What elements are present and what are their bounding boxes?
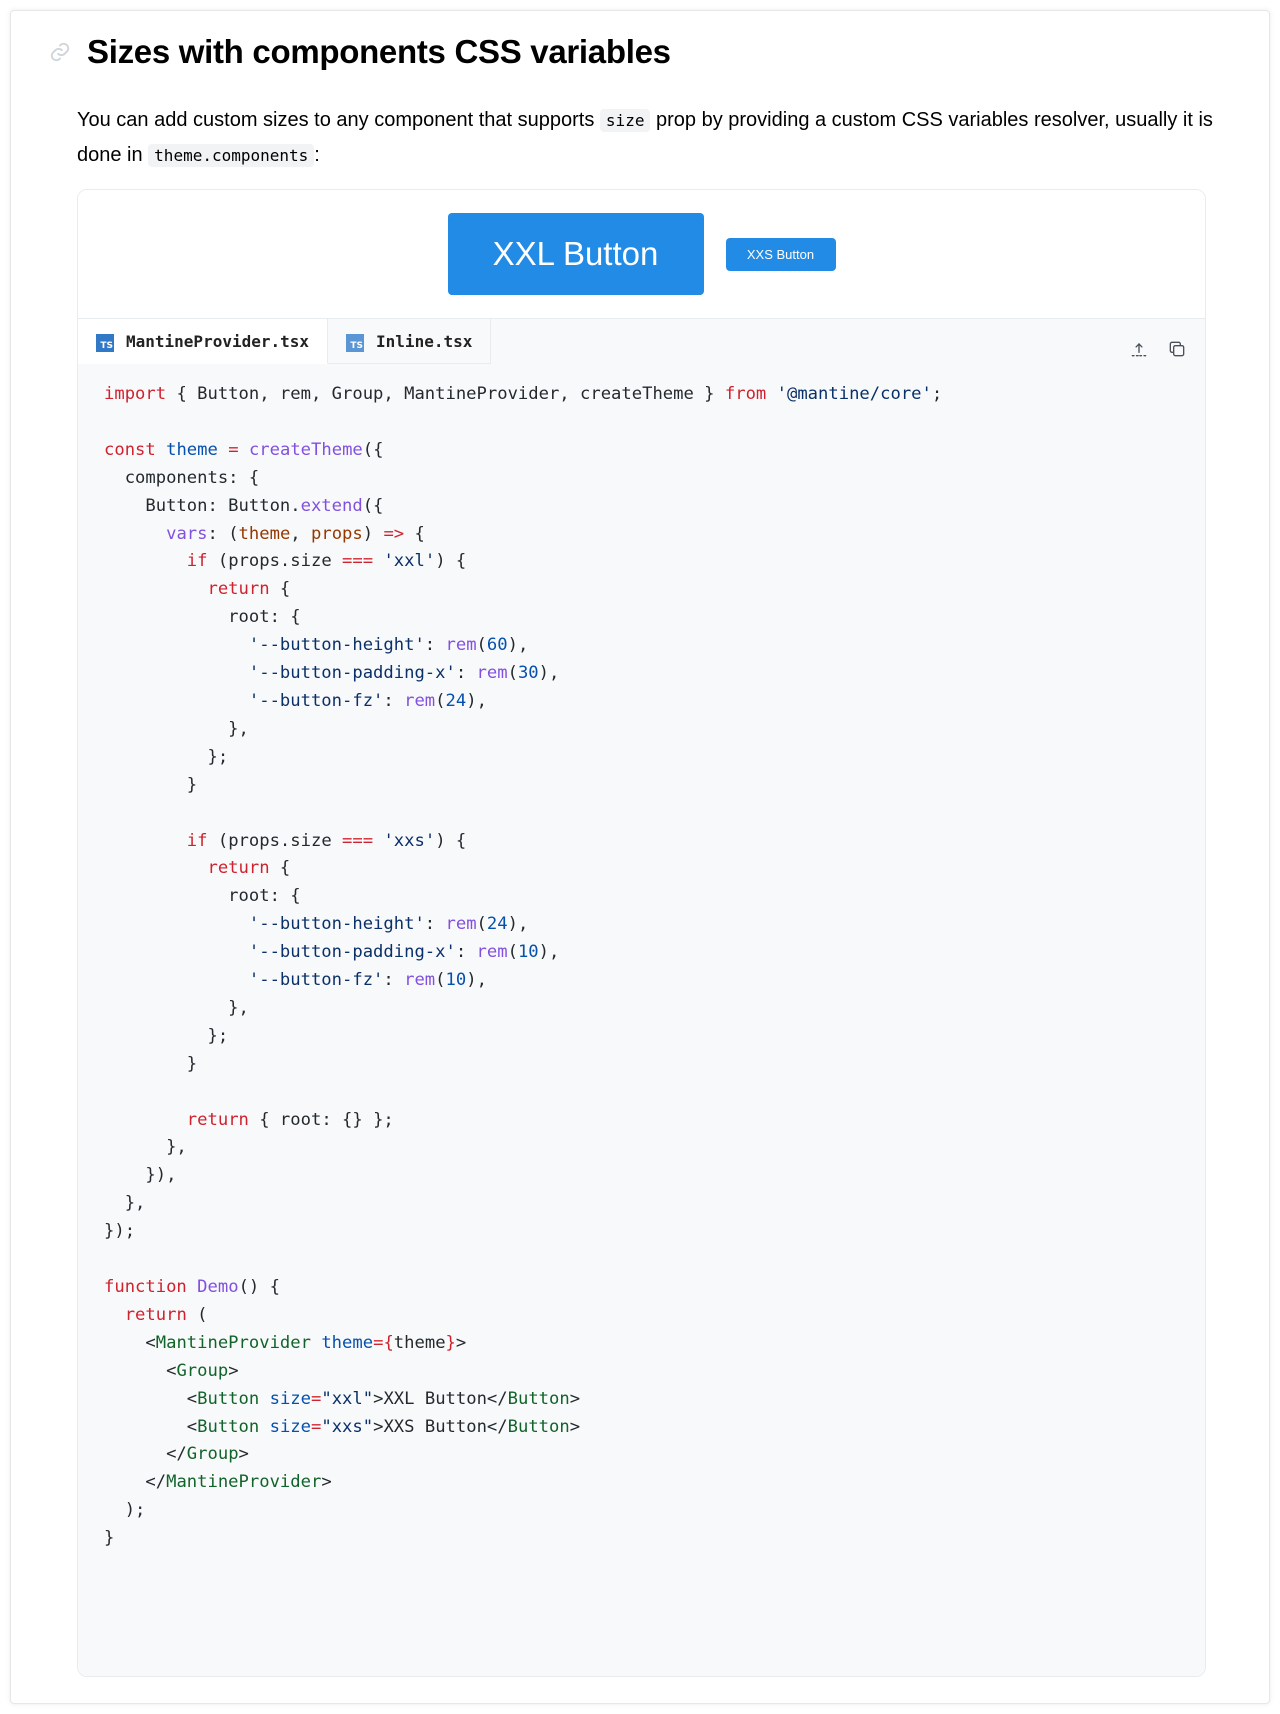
ts-icon: TS: [96, 334, 114, 352]
code-line: '--button-fz': rem(10),: [248, 970, 487, 991]
code-line: };: [104, 1025, 229, 1046]
code-line: });: [104, 1221, 136, 1242]
code-line: vars: (theme, props) => {: [166, 523, 425, 544]
file-tabs: TS MantineProvider.tsx TS Inline.tsx: [78, 319, 1205, 364]
code-line: };: [104, 746, 229, 767]
code-line: return { root: {} };: [186, 1109, 394, 1130]
code-line: <Button size="xxl">XXL Button</Button>: [104, 1388, 581, 1409]
copy-icon[interactable]: [1165, 337, 1189, 361]
code-line: },: [104, 718, 249, 739]
code-line: return {: [207, 579, 291, 600]
code-line: );: [104, 1500, 146, 1521]
code-line: }: [104, 1528, 115, 1549]
tab-label: MantineProvider.tsx: [126, 331, 310, 351]
inline-code-size: size: [599, 109, 651, 132]
demo-card: XXL Button XXS Button TS MantineProvider…: [77, 189, 1206, 1677]
expand-icon[interactable]: [1127, 337, 1151, 361]
code-line: </Group>: [104, 1444, 249, 1465]
section-title: Sizes with components CSS variables: [87, 33, 671, 70]
section-heading: Sizes with components CSS variables: [47, 33, 671, 71]
tab-label: Inline.tsx: [376, 331, 473, 351]
code-line: }),: [104, 1165, 177, 1186]
docs-section: Sizes with components CSS variables You …: [10, 10, 1270, 1704]
code-line: },: [104, 1137, 187, 1158]
code-line: '--button-height': rem(60),: [248, 635, 529, 656]
section-description: You can add custom sizes to any componen…: [77, 103, 1227, 173]
code-panel: TS MantineProvider.tsx TS Inline.tsx imp…: [78, 319, 1205, 1676]
code-tools: [1127, 337, 1189, 361]
xxl-button[interactable]: XXL Button: [447, 213, 704, 295]
code-line: '--button-padding-x': rem(30),: [248, 663, 560, 684]
desc-text-3: :: [314, 144, 320, 166]
code-line: <MantineProvider theme={theme}>: [104, 1332, 467, 1353]
code-line: Button: Button.extend({: [104, 495, 384, 516]
code-line: if (props.size === 'xxl') {: [186, 551, 467, 572]
code-line: }: [104, 774, 198, 795]
code-line: </MantineProvider>: [104, 1472, 332, 1493]
ts-icon: TS: [346, 334, 365, 352]
code-line: '--button-height': rem(24),: [248, 914, 529, 935]
inline-code-theme-components: theme.components: [148, 144, 315, 167]
code-line: '--button-padding-x': rem(10),: [248, 942, 560, 963]
code-line: components: {: [104, 467, 260, 488]
link-icon[interactable]: [47, 39, 73, 65]
code-line: function Demo() {: [104, 1277, 280, 1297]
code-line: root: {: [104, 886, 301, 907]
code-line: },: [104, 1193, 146, 1214]
code-line: return {: [207, 858, 291, 879]
code-line: root: {: [104, 607, 301, 628]
code-line: if (props.size === 'xxs') {: [186, 830, 467, 851]
code-line: }: [104, 1053, 198, 1074]
code-line: '--button-fz': rem(24),: [248, 690, 487, 711]
code-line: import { Button, rem, Group, MantineProv…: [104, 384, 943, 404]
tab-inline[interactable]: TS Inline.tsx: [328, 319, 492, 364]
tab-mantine-provider[interactable]: TS MantineProvider.tsx: [78, 319, 329, 364]
code-line: const theme = createTheme({: [104, 439, 384, 460]
code-line: return (: [124, 1304, 208, 1325]
demo-preview: XXL Button XXS Button: [78, 190, 1205, 319]
code-line: },: [104, 997, 249, 1018]
code-block: import { Button, rem, Group, MantineProv…: [104, 381, 942, 1553]
code-line: <Button size="xxs">XXS Button</Button>: [104, 1416, 581, 1437]
code-line: <Group>: [104, 1360, 239, 1381]
desc-text-1: You can add custom sizes to any componen…: [77, 109, 600, 131]
xxs-button[interactable]: XXS Button: [725, 237, 836, 271]
